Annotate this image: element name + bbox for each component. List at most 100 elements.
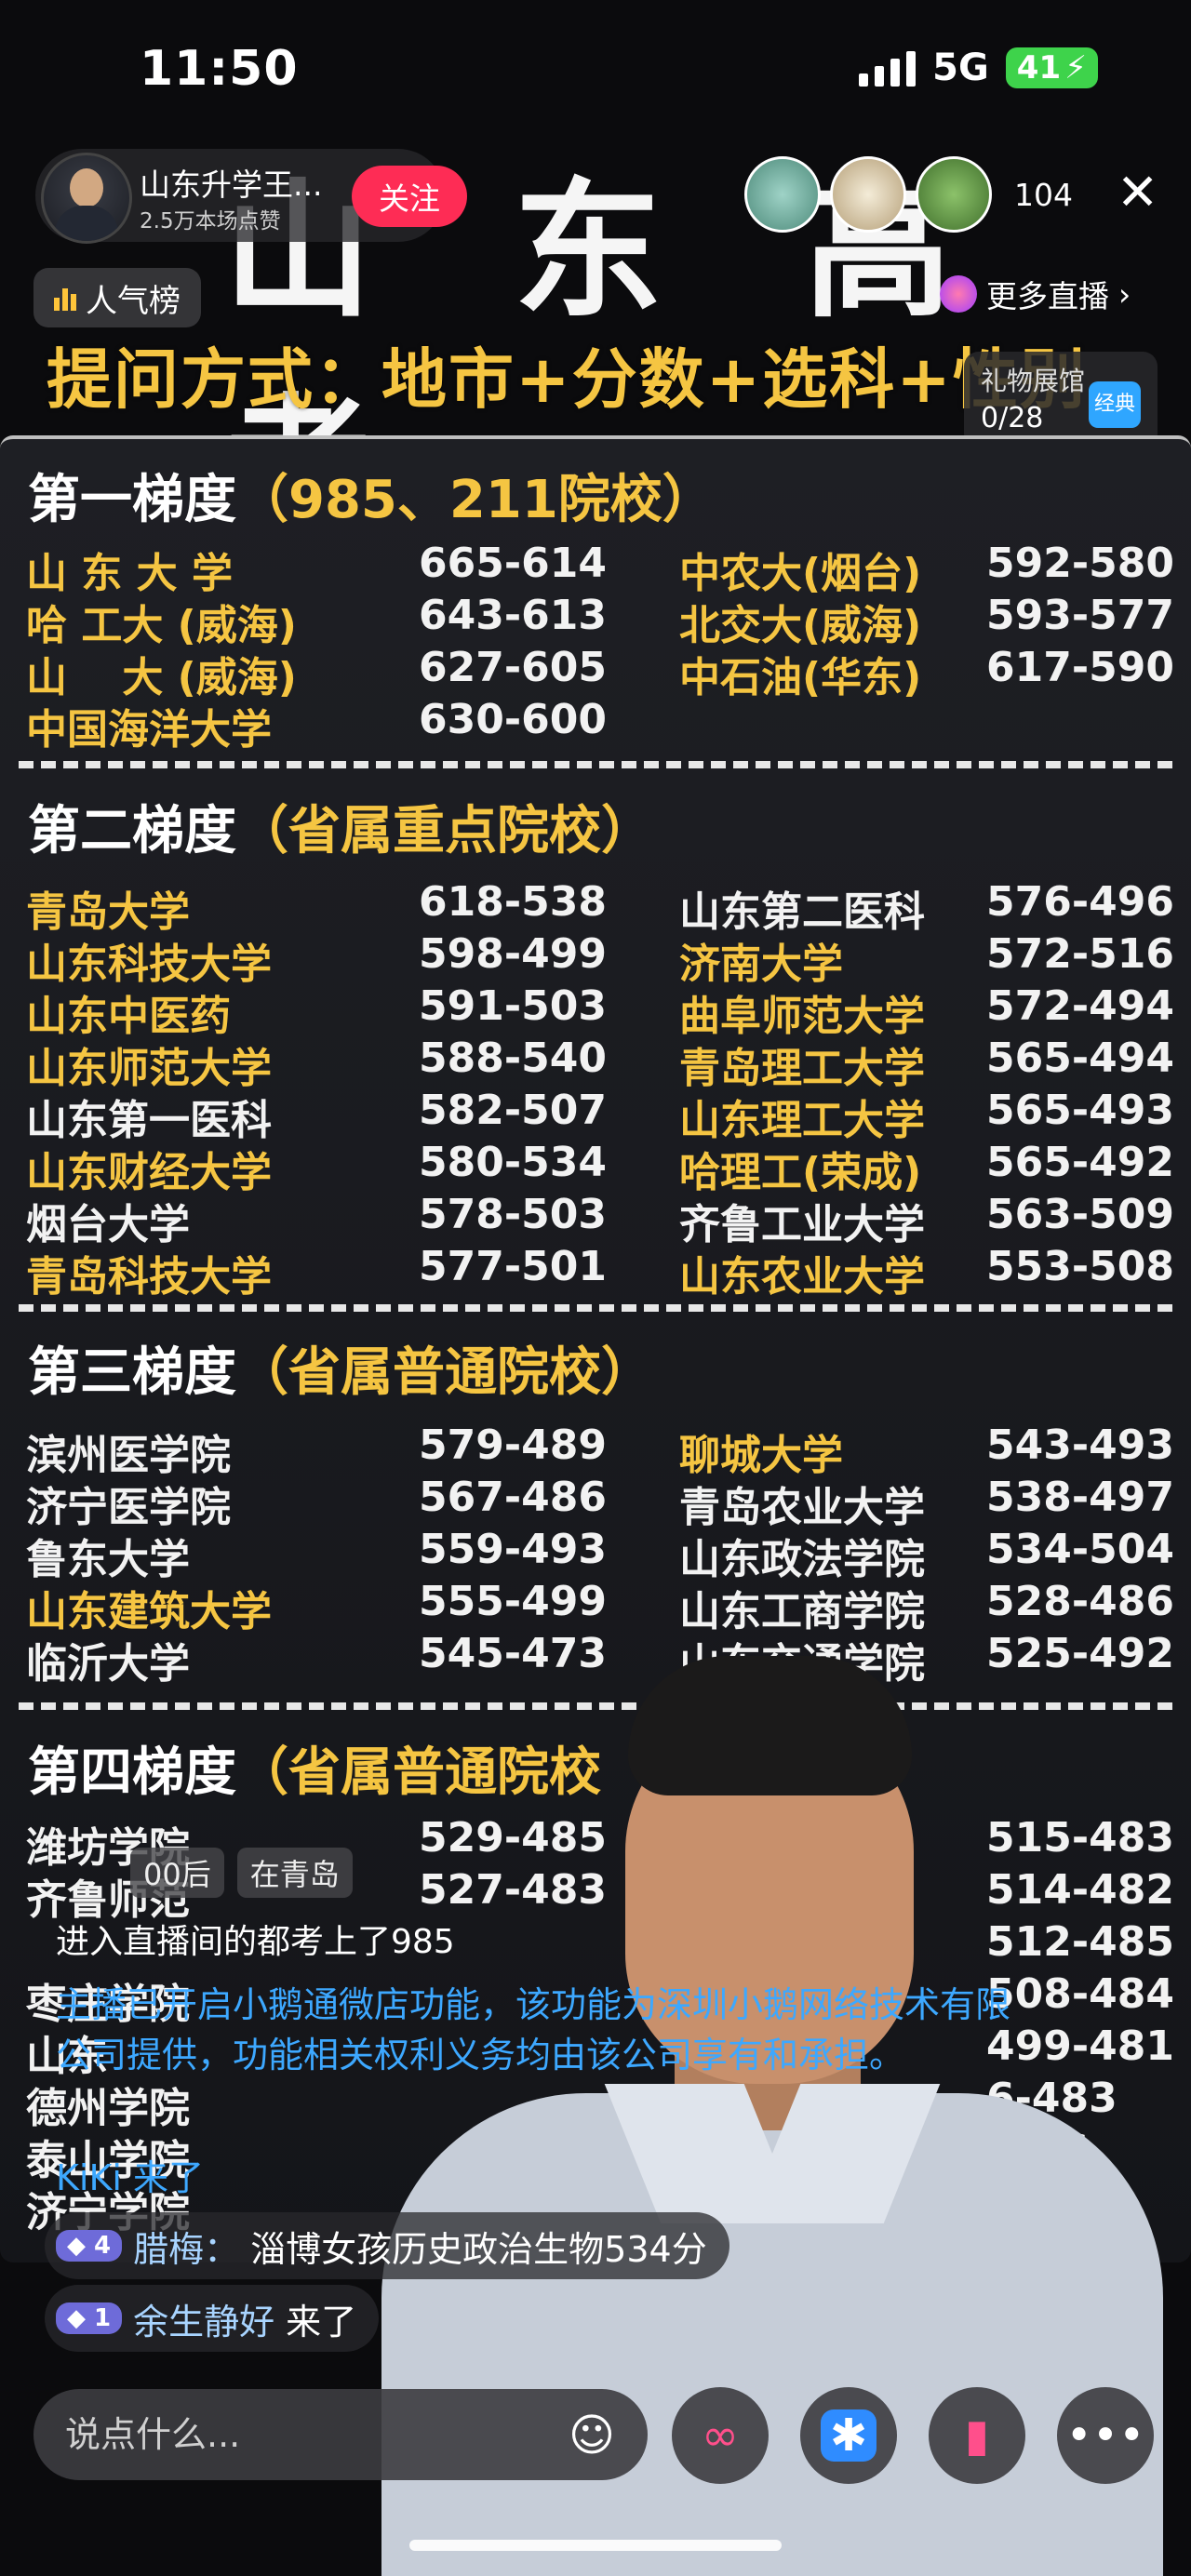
- home-indicator[interactable]: [409, 2540, 782, 2551]
- comment-author[interactable]: 余生静好: [133, 2293, 274, 2344]
- level-badge: ◆ 1: [56, 2302, 123, 2334]
- gift-title: 礼物展馆: [981, 366, 1086, 396]
- tier-subtitle: （省属重点院校）: [236, 801, 653, 861]
- score-range: 588-540: [419, 1034, 607, 1082]
- school-name: 哈 工大 (威海): [26, 602, 297, 649]
- star-icon[interactable]: ✱: [800, 2387, 897, 2484]
- score-range: 627-605: [419, 644, 607, 691]
- score-range: 592-580: [986, 540, 1174, 587]
- school-name: 曲阜师范大学: [679, 993, 925, 1040]
- viewer-count[interactable]: 104: [1014, 177, 1073, 213]
- school-name: 山东中医药: [26, 993, 231, 1040]
- school-name: 临沂大学: [26, 1640, 190, 1688]
- score-range: 576-496: [986, 878, 1174, 926]
- score-range: 579-489: [419, 1421, 607, 1469]
- score-range: 618-538: [419, 878, 607, 926]
- tier-title: 第四梯度: [28, 1742, 236, 1803]
- tier-heading: 第三梯度（省属普通院校）: [28, 1330, 653, 1406]
- school-name: 鲁东大学: [26, 1536, 190, 1583]
- host-name[interactable]: 山东升学王...: [140, 160, 322, 205]
- close-icon[interactable]: ✕: [1117, 167, 1158, 218]
- join-message: KiKi 来了: [56, 2157, 205, 2198]
- school-name: 中石油(华东): [679, 654, 922, 701]
- school-name: 山东财经大学: [26, 1149, 272, 1196]
- gift-icon[interactable]: ▮: [929, 2387, 1025, 2484]
- gift-badge: 经典: [1089, 381, 1141, 428]
- school-name: 山东建筑大学: [26, 1588, 272, 1635]
- link-icon[interactable]: ∞: [672, 2387, 769, 2484]
- tier-heading: 第二梯度（省属重点院校）: [28, 789, 653, 864]
- level-badge: ◆ 4: [56, 2230, 123, 2262]
- emoji-icon[interactable]: ☺: [543, 2387, 640, 2484]
- score-range: 559-493: [419, 1526, 607, 1573]
- score-range: 578-503: [419, 1191, 607, 1238]
- comment-author[interactable]: 腊梅：: [133, 2221, 239, 2272]
- score-range: 543-493: [986, 1421, 1174, 1469]
- school-name: 山东理工大学: [679, 1097, 925, 1144]
- location-tag: 在青岛: [236, 1848, 353, 1898]
- school-name: 山东第二医科: [679, 888, 925, 936]
- school-name: 山东第一医科: [26, 1097, 272, 1144]
- school-name: 山 东 大 学: [26, 550, 233, 597]
- score-range: 567-486: [419, 1474, 607, 1521]
- tier-title: 第二梯度: [28, 801, 236, 861]
- score-range: 593-577: [986, 592, 1174, 639]
- school-name: 山东师范大学: [26, 1045, 272, 1092]
- school-name: 滨州医学院: [26, 1432, 231, 1479]
- follow-button[interactable]: 关注: [352, 166, 467, 227]
- comment-text: 淄博女孩历史政治生物534分: [250, 2228, 707, 2270]
- score-range: 577-501: [419, 1243, 607, 1290]
- score-range: 565-492: [986, 1139, 1174, 1186]
- host-likes: 2.5万本场点赞: [140, 209, 281, 234]
- ranking-button[interactable]: 人气榜: [33, 268, 201, 327]
- school-name: 青岛理工大学: [679, 1045, 925, 1092]
- school-name: 齐鲁工业大学: [679, 1201, 925, 1248]
- status-time: 11:50: [140, 41, 299, 97]
- comment-item[interactable]: ◆ 1 余生静好 来了: [45, 2285, 380, 2352]
- tier-heading: 第一梯度（985、211院校）: [28, 458, 715, 533]
- score-range: 565-493: [986, 1087, 1174, 1134]
- gift-count: 0/28: [981, 402, 1044, 434]
- tier-divider: [19, 1304, 1172, 1312]
- score-range: 572-494: [986, 982, 1174, 1030]
- battery-icon: 41 ⚡: [1005, 47, 1098, 88]
- chevron-right-icon: ›: [1118, 275, 1131, 313]
- viewer-avatar[interactable]: [744, 156, 821, 233]
- viewer-tags: 00后 在青岛: [130, 1848, 353, 1898]
- chart-icon: [54, 285, 76, 311]
- comment-item[interactable]: ◆ 4 腊梅： 淄博女孩历史政治生物534分: [45, 2212, 729, 2279]
- school-name: 中国海洋大学: [26, 706, 272, 754]
- more-live-label: 更多直播: [986, 278, 1109, 314]
- score-range: 528-486: [986, 1578, 1174, 1625]
- ask-format-line: 提问方式：地市+分数+选科+性别: [47, 341, 1087, 418]
- status-indicators: 5G 41 ⚡: [859, 47, 1098, 89]
- score-range: 565-494: [986, 1034, 1174, 1082]
- school-name: 山东政法学院: [679, 1536, 925, 1583]
- age-tag: 00后: [130, 1848, 224, 1898]
- tier-divider: [19, 761, 1172, 768]
- score-range: 617-590: [986, 644, 1174, 691]
- school-name: 青岛大学: [26, 888, 190, 936]
- host-avatar[interactable]: [41, 153, 132, 244]
- more-live-button[interactable]: 更多直播 ›: [940, 272, 1131, 316]
- school-name: 青岛农业大学: [679, 1484, 925, 1531]
- score-range: 555-499: [419, 1578, 607, 1625]
- school-name: 德州学院: [26, 2085, 190, 2132]
- live-icon: [940, 275, 977, 313]
- entry-comment: 进入直播间的都考上了985: [56, 1923, 455, 1961]
- viewer-avatar[interactable]: [830, 156, 906, 233]
- school-name: 济宁医学院: [26, 1484, 231, 1531]
- school-name: 聊城大学: [679, 1432, 843, 1479]
- school-name: 青岛科技大学: [26, 1253, 272, 1301]
- school-name: 山东工商学院: [679, 1588, 925, 1635]
- viewer-avatar[interactable]: [916, 156, 992, 233]
- score-range: 563-509: [986, 1191, 1174, 1238]
- school-name: 济南大学: [679, 941, 843, 988]
- more-icon[interactable]: •••: [1057, 2387, 1154, 2484]
- score-range: 534-504: [986, 1526, 1174, 1573]
- score-range: 643-613: [419, 592, 607, 639]
- system-notice: 主播已开启小鹅通微店功能，该功能为深圳小鹅网络技术有限公司提供，功能相关权利义务…: [56, 1984, 1011, 2075]
- battery-level: 41: [1016, 49, 1062, 87]
- school-name: 中农大(烟台): [679, 550, 922, 597]
- score-range: 572-516: [986, 930, 1174, 978]
